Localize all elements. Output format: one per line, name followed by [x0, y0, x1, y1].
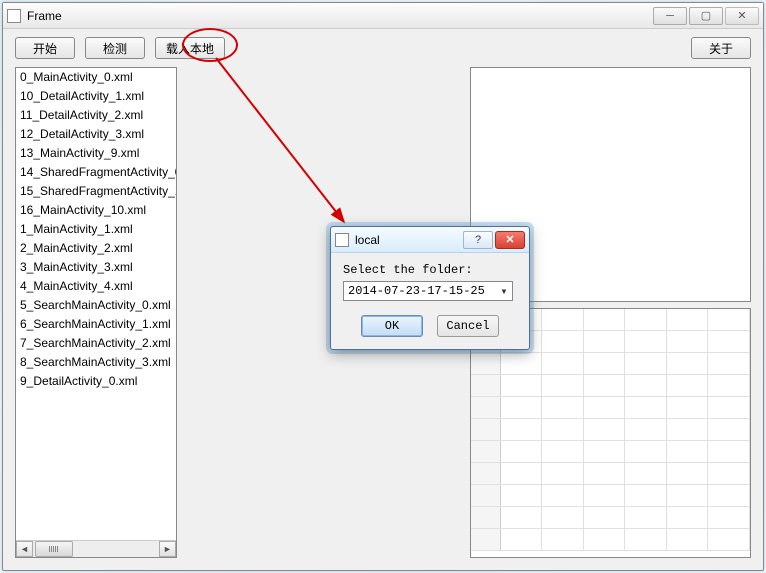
scroll-left-button[interactable]: ◄: [16, 541, 33, 557]
list-item[interactable]: 1_MainActivity_1.xml: [16, 220, 176, 239]
list-item[interactable]: 4_MainActivity_4.xml: [16, 277, 176, 296]
list-item[interactable]: 9_DetailActivity_0.xml: [16, 372, 176, 391]
close-button[interactable]: ✕: [725, 7, 759, 25]
dialog-title: local: [355, 233, 380, 247]
file-listbox[interactable]: 0_MainActivity_0.xml10_DetailActivity_1.…: [15, 67, 177, 558]
combobox-value: 2014-07-23-17-15-25: [344, 284, 496, 298]
dialog-label: Select the folder:: [343, 263, 517, 277]
list-item[interactable]: 3_MainActivity_3.xml: [16, 258, 176, 277]
horizontal-scrollbar[interactable]: ◄ ►: [16, 540, 176, 557]
list-item[interactable]: 0_MainActivity_0.xml: [16, 68, 176, 87]
scroll-track[interactable]: [33, 541, 159, 557]
list-item[interactable]: 13_MainActivity_9.xml: [16, 144, 176, 163]
list-item[interactable]: 16_MainActivity_10.xml: [16, 201, 176, 220]
list-item[interactable]: 12_DetailActivity_3.xml: [16, 125, 176, 144]
list-item[interactable]: 15_SharedFragmentActivity_1.xml: [16, 182, 176, 201]
scroll-thumb[interactable]: [35, 541, 73, 557]
folder-combobox[interactable]: 2014-07-23-17-15-25 ▾: [343, 281, 513, 301]
dialog-close-button[interactable]: ✕: [495, 231, 525, 249]
cancel-button[interactable]: Cancel: [437, 315, 499, 337]
about-button[interactable]: 关于: [691, 37, 751, 59]
start-button[interactable]: 开始: [15, 37, 75, 59]
dialog-icon: [335, 233, 349, 247]
list-item[interactable]: 5_SearchMainActivity_0.xml: [16, 296, 176, 315]
dialog-titlebar: local ? ✕: [331, 227, 529, 253]
list-item[interactable]: 11_DetailActivity_2.xml: [16, 106, 176, 125]
chevron-down-icon: ▾: [496, 284, 512, 299]
list-item[interactable]: 2_MainActivity_2.xml: [16, 239, 176, 258]
list-item[interactable]: 8_SearchMainActivity_3.xml: [16, 353, 176, 372]
load-local-button[interactable]: 载入本地: [155, 37, 225, 59]
dialog-help-button[interactable]: ?: [463, 231, 493, 249]
list-item[interactable]: 7_SearchMainActivity_2.xml: [16, 334, 176, 353]
main-titlebar: Frame ─ ▢ ✕: [3, 3, 763, 29]
minimize-button[interactable]: ─: [653, 7, 687, 25]
maximize-button[interactable]: ▢: [689, 7, 723, 25]
list-item[interactable]: 14_SharedFragmentActivity_0.xml: [16, 163, 176, 182]
list-item[interactable]: 10_DetailActivity_1.xml: [16, 87, 176, 106]
ok-button[interactable]: OK: [361, 315, 423, 337]
local-dialog: local ? ✕ Select the folder: 2014-07-23-…: [330, 226, 530, 350]
dialog-buttons: OK Cancel: [331, 305, 529, 349]
window-title: Frame: [27, 9, 651, 23]
file-list-items: 0_MainActivity_0.xml10_DetailActivity_1.…: [16, 68, 176, 540]
toolbar: 开始 检测 载入本地 关于: [3, 29, 763, 59]
app-icon: [7, 9, 21, 23]
scroll-right-button[interactable]: ►: [159, 541, 176, 557]
dialog-body: Select the folder: 2014-07-23-17-15-25 ▾: [331, 253, 529, 305]
list-item[interactable]: 6_SearchMainActivity_1.xml: [16, 315, 176, 334]
detect-button[interactable]: 检测: [85, 37, 145, 59]
window-controls: ─ ▢ ✕: [651, 7, 759, 25]
